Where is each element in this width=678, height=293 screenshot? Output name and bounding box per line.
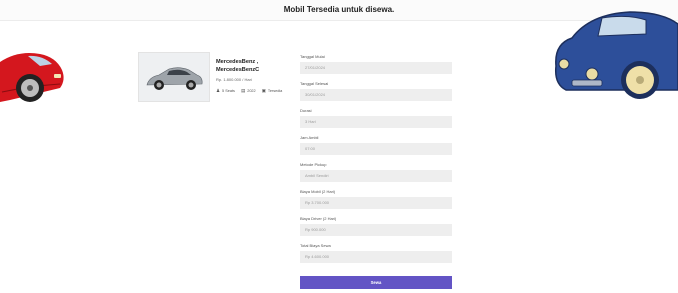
duration-label: Durasi bbox=[300, 108, 312, 113]
rent-submit-button[interactable]: Sewa bbox=[300, 276, 452, 289]
red-car-illustration bbox=[0, 40, 70, 110]
pickup-method-field: Metode Pickup Ambil Sendiri bbox=[300, 162, 452, 189]
seats-value: 5 Seats bbox=[222, 89, 235, 93]
person-icon: ♟ bbox=[216, 88, 221, 93]
total-cost-label: Total Biaya Sewa bbox=[300, 243, 331, 248]
pickup-time-field: Jam Ambil 07:00 bbox=[300, 135, 452, 162]
year-spec: ▤ 2022 bbox=[241, 88, 256, 94]
car-cost-field: Biaya Mobil (2 Hari) Rp 3.700.000 bbox=[300, 189, 452, 216]
pickup-method-input[interactable]: Ambil Sendiri bbox=[300, 170, 452, 182]
driver-cost-label: Biaya Driver (2 Hari) bbox=[300, 216, 337, 221]
transmission-spec: ▣ Tersedia bbox=[262, 88, 283, 94]
car-specs: ♟ 5 Seats ▤ 2022 ▣ Tersedia bbox=[216, 88, 296, 94]
duration-field: Durasi 3 Hari bbox=[300, 108, 452, 135]
year-value: 2022 bbox=[247, 89, 256, 93]
driver-cost-field: Biaya Driver (2 Hari) Rp 900.000 bbox=[300, 216, 452, 243]
car-name: MercedesBenz , MercedesBenzC bbox=[216, 59, 260, 73]
duration-input[interactable]: 3 Hari bbox=[300, 116, 452, 128]
rental-page: Mobil Tersedia untuk disewa. MercedesBen… bbox=[0, 0, 678, 293]
driver-cost-input[interactable]: Rp 900.000 bbox=[300, 224, 452, 236]
seats-spec: ♟ 5 Seats bbox=[216, 88, 235, 94]
booking-form: Tanggal Mulai 27/01/2024 Tanggal Selesai… bbox=[300, 54, 452, 270]
car-image bbox=[138, 52, 210, 102]
start-date-field: Tanggal Mulai 27/01/2024 bbox=[300, 54, 452, 81]
pickup-time-input[interactable]: 07:00 bbox=[300, 143, 452, 155]
end-date-field: Tanggal Selesai 30/01/2024 bbox=[300, 81, 452, 108]
start-date-label: Tanggal Mulai bbox=[300, 54, 325, 59]
end-date-input[interactable]: 30/01/2024 bbox=[300, 89, 452, 101]
pickup-method-label: Metode Pickup bbox=[300, 162, 327, 167]
total-cost-field: Total Biaya Sewa Rp 4.600.000 bbox=[300, 243, 452, 270]
car-card[interactable]: MercedesBenz , MercedesBenzC Rp. 1.800.0… bbox=[138, 52, 288, 104]
car-price: Rp. 1.800.000 / Hari bbox=[216, 77, 252, 82]
pickup-time-label: Jam Ambil bbox=[300, 135, 319, 140]
calendar-icon: ▤ bbox=[240, 88, 246, 93]
blue-car-illustration bbox=[550, 4, 678, 104]
car-icon: ▣ bbox=[261, 88, 266, 93]
end-date-label: Tanggal Selesai bbox=[300, 81, 329, 86]
car-cost-input[interactable]: Rp 3.700.000 bbox=[300, 197, 452, 209]
car-cost-label: Biaya Mobil (2 Hari) bbox=[300, 189, 336, 194]
transmission-value: Tersedia bbox=[267, 89, 283, 93]
start-date-input[interactable]: 27/01/2024 bbox=[300, 62, 452, 74]
total-cost-input[interactable]: Rp 4.600.000 bbox=[300, 251, 452, 263]
